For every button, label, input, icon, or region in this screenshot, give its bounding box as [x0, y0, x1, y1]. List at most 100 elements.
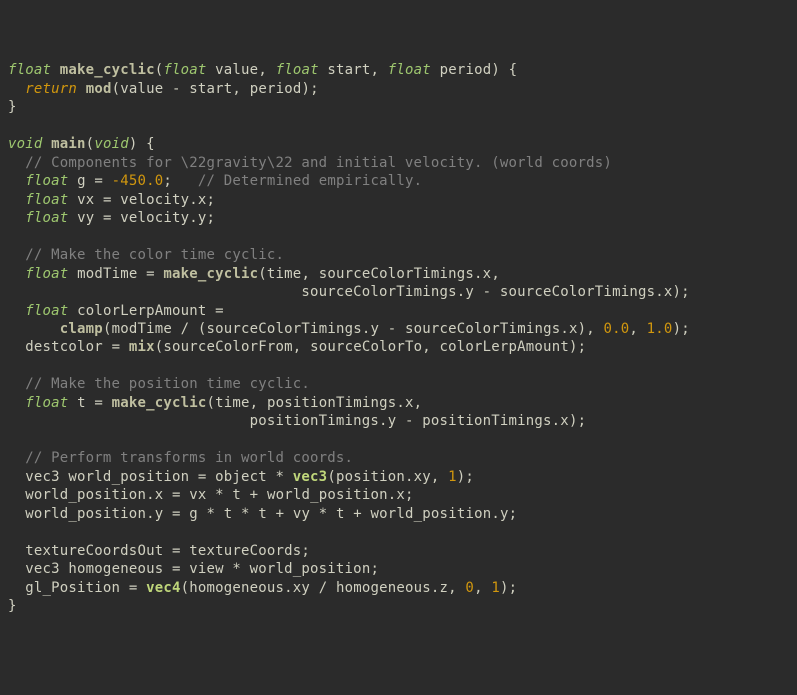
- token-punct: (: [258, 266, 267, 282]
- token-num: 1: [448, 469, 457, 485]
- token-ident: z: [440, 580, 449, 596]
- whitespace: [8, 413, 250, 429]
- token-op: -: [474, 284, 500, 300]
- token-op: =: [207, 303, 224, 319]
- token-ident: t: [232, 487, 241, 503]
- token-type: float: [25, 303, 68, 319]
- token-ident: y: [500, 506, 509, 522]
- token-ident: homogeneous: [189, 580, 284, 596]
- token-op: =: [120, 580, 146, 596]
- token-punct: ,: [250, 395, 267, 411]
- token-ident: sourceColorTimings: [500, 284, 655, 300]
- token-punct: .: [379, 413, 388, 429]
- token-ident: x: [405, 395, 414, 411]
- code-line: float vy = velocity.y;: [8, 210, 215, 226]
- whitespace: [8, 339, 25, 355]
- whitespace: [207, 62, 216, 78]
- token-ident: velocity: [120, 192, 189, 208]
- token-punct: .: [552, 413, 561, 429]
- token-ident: modTime: [112, 321, 172, 337]
- token-punct: (: [181, 580, 190, 596]
- token-punct: );: [569, 339, 586, 355]
- token-op: +: [345, 506, 371, 522]
- token-op: =: [163, 561, 189, 577]
- token-punct: .: [431, 580, 440, 596]
- whitespace: [68, 210, 77, 226]
- whitespace: [51, 62, 60, 78]
- token-punct: (: [103, 321, 112, 337]
- code-line: // Make the position time cyclic.: [8, 376, 310, 392]
- token-ident: time: [215, 395, 250, 411]
- token-type: float: [8, 62, 51, 78]
- whitespace: [8, 580, 25, 596]
- token-func: mix: [129, 339, 155, 355]
- whitespace: [8, 210, 25, 226]
- whitespace: [431, 62, 440, 78]
- token-ident: positionTimings: [422, 413, 551, 429]
- whitespace: [68, 266, 77, 282]
- token-ident: x: [569, 321, 578, 337]
- token-type: float: [25, 210, 68, 226]
- token-comment: // Components for \22gravity\22 and init…: [25, 155, 612, 171]
- token-punct: ;: [207, 210, 216, 226]
- token-punct: (: [327, 469, 336, 485]
- token-op: -: [163, 81, 189, 97]
- token-func: clamp: [60, 321, 103, 337]
- token-ident: t: [77, 395, 86, 411]
- code-line: // Perform transforms in world coords.: [8, 450, 353, 466]
- token-ident: sourceColorTimings: [207, 321, 362, 337]
- token-ident: world_position: [250, 561, 371, 577]
- token-func: main: [51, 136, 86, 152]
- token-op: -: [379, 321, 405, 337]
- code-line: gl_Position = vec4(homogeneous.xy / homo…: [8, 580, 517, 596]
- code-line: float modTime = make_cyclic(time, source…: [8, 266, 500, 282]
- token-ident: period: [250, 81, 302, 97]
- whitespace: [68, 192, 77, 208]
- token-ident: textureCoords: [189, 543, 301, 559]
- token-punct: ;: [405, 487, 414, 503]
- token-ident: sourceColorTimings: [405, 321, 560, 337]
- token-ident: colorLerpAmount: [77, 303, 206, 319]
- token-ident: x: [396, 487, 405, 503]
- token-punct: ;: [370, 561, 379, 577]
- token-punct: .: [284, 580, 293, 596]
- token-ident: time: [267, 266, 302, 282]
- token-punct: ;: [207, 192, 216, 208]
- token-num: 1.0: [647, 321, 673, 337]
- token-ident: y: [465, 284, 474, 300]
- token-punct: (: [198, 321, 207, 337]
- token-punct: ,: [431, 469, 448, 485]
- token-ident: xy: [414, 469, 431, 485]
- code-line: float make_cyclic(float value, float sta…: [8, 62, 517, 78]
- token-type: void: [94, 136, 129, 152]
- token-punct: ,: [293, 339, 310, 355]
- token-punct: ,: [474, 580, 491, 596]
- token-punct: ,: [422, 339, 439, 355]
- whitespace: [8, 81, 25, 97]
- token-punct: .: [189, 192, 198, 208]
- token-ident: x: [664, 284, 673, 300]
- token-punct: );: [301, 81, 318, 97]
- whitespace: [8, 155, 25, 171]
- whitespace: [68, 303, 77, 319]
- token-type: float: [163, 62, 206, 78]
- token-op: -: [396, 413, 422, 429]
- token-punct: .: [189, 210, 198, 226]
- token-op: =: [163, 506, 189, 522]
- token-ident: sourceColorTimings: [301, 284, 456, 300]
- token-ident: modTime: [77, 266, 137, 282]
- token-ident: period: [440, 62, 492, 78]
- token-ident: world_position: [68, 469, 189, 485]
- token-ident: g: [77, 173, 86, 189]
- code-block: float make_cyclic(float value, float sta…: [8, 61, 789, 615]
- token-punct: );: [569, 413, 586, 429]
- whitespace: [68, 395, 77, 411]
- token-comment: // Make the position time cyclic.: [25, 376, 310, 392]
- token-op: =: [189, 469, 215, 485]
- token-ident: vy: [293, 506, 310, 522]
- token-punct: );: [500, 580, 517, 596]
- token-func: make_cyclic: [112, 395, 207, 411]
- code-line: // Make the color time cyclic.: [8, 247, 284, 263]
- token-type: float: [25, 266, 68, 282]
- token-op: *: [310, 506, 336, 522]
